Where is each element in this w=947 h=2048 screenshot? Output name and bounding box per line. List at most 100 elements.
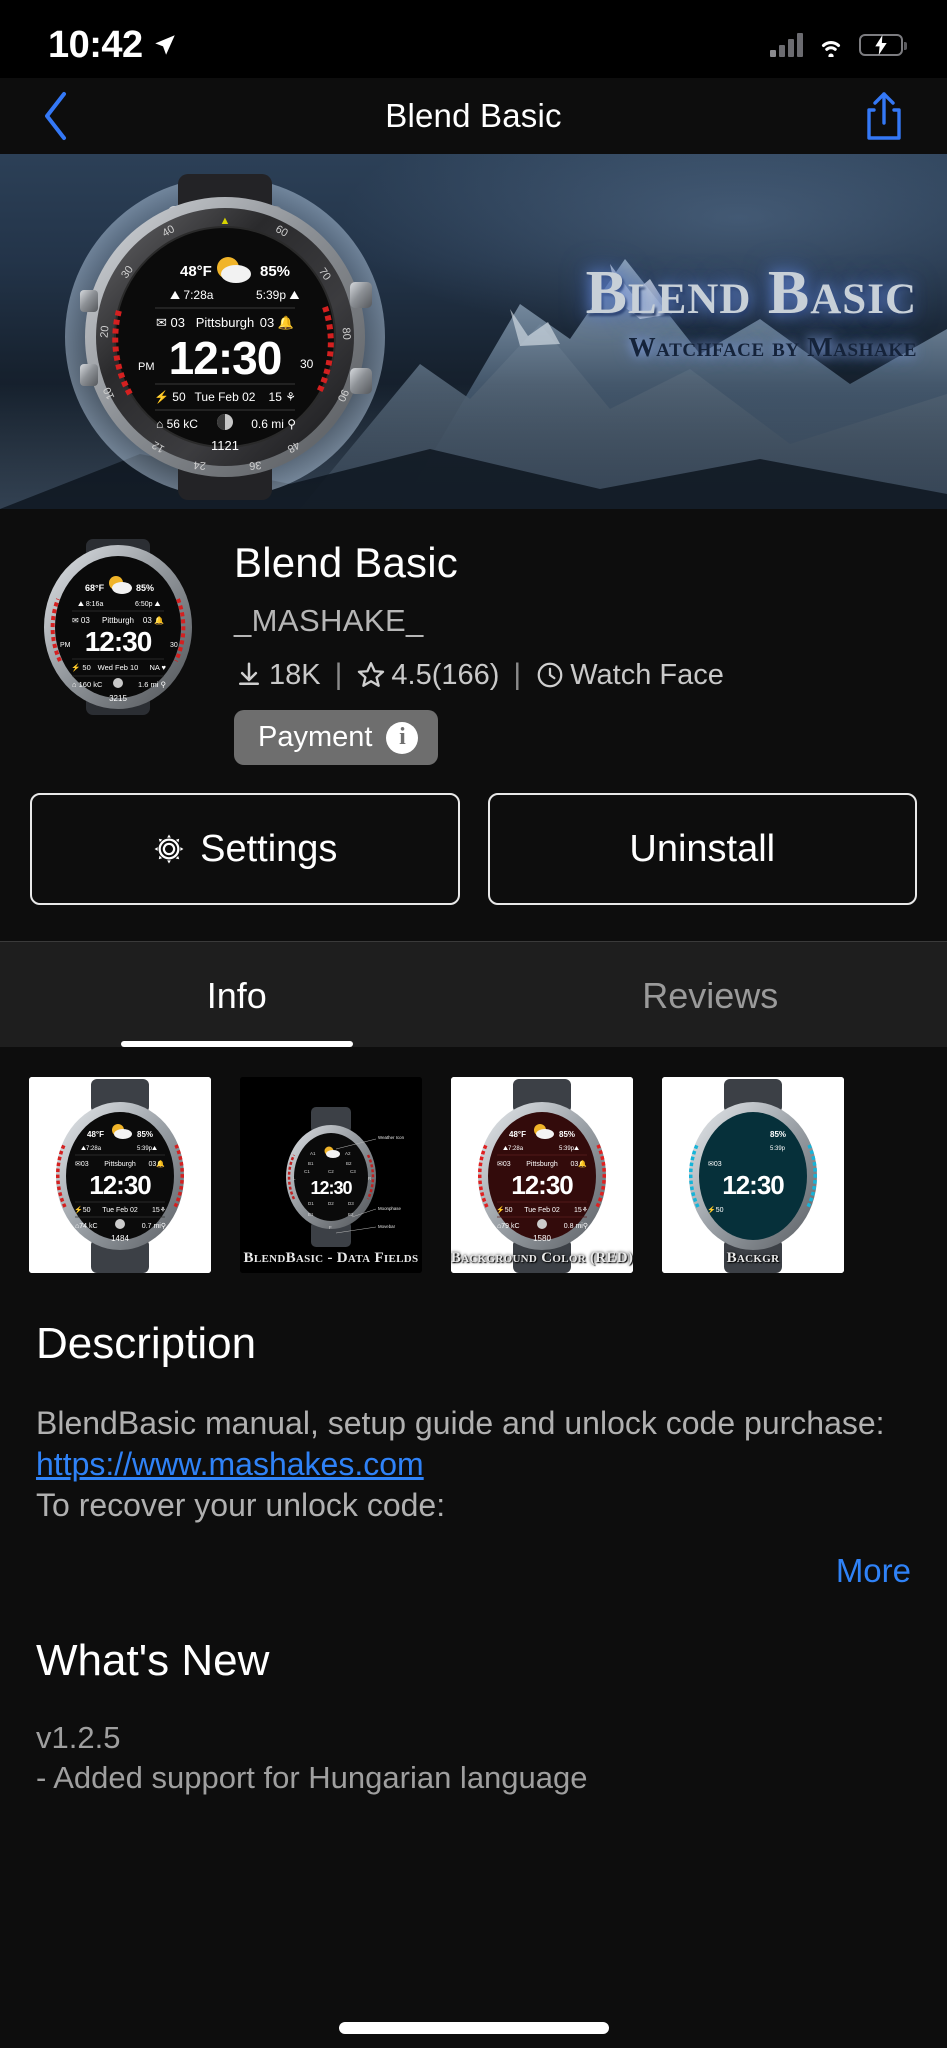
status-bar: 10:42 — [0, 0, 947, 78]
more-link[interactable]: More — [836, 1552, 911, 1589]
screenshot-thumb-2[interactable]: A1 A2 B1 B2 C1 C2 C3 12:30 D1 D2 D3 E1 E2 F LR — [240, 1077, 422, 1273]
hero-dial-sunset: 5:39p ⛰ — [256, 288, 299, 302]
chevron-left-icon — [45, 92, 66, 140]
svg-text:⌂74 kC: ⌂74 kC — [75, 1223, 98, 1230]
hero-watch-image: ▲ 40 60 30 70 20 80 10 90 12 48 24 36 48… — [65, 174, 385, 500]
svg-text:36: 36 — [249, 458, 262, 471]
status-bar-left: 10:42 — [48, 24, 178, 67]
uninstall-button-label: Uninstall — [629, 827, 776, 870]
description-heading: Description — [36, 1319, 257, 1368]
svg-text:C3: C3 — [350, 1169, 356, 1174]
action-buttons: Settings Uninstall — [0, 765, 947, 941]
hero-dial-steps: 1121 — [211, 438, 239, 453]
svg-text:12:30: 12:30 — [89, 1170, 151, 1200]
description-link[interactable]: https://www.mashakes.com — [36, 1444, 911, 1485]
badge-row: Payment i — [234, 710, 917, 765]
hero-dial-humidity: 85% — [260, 263, 290, 280]
svg-text:0.8 mi⚲: 0.8 mi⚲ — [564, 1222, 588, 1230]
svg-text:Pittsburgh: Pittsburgh — [104, 1161, 136, 1168]
svg-text:D1: D1 — [308, 1201, 314, 1206]
status-bar-clock: 10:42 — [48, 23, 143, 66]
svg-text:⚡50: ⚡50 — [74, 1205, 91, 1214]
hero-title: Blend Basic — [585, 259, 917, 327]
cellular-signal-icon — [770, 33, 803, 57]
hero-subtitle: Watchface by Mashake — [628, 332, 917, 362]
svg-text:C1: C1 — [304, 1169, 310, 1174]
screenshot-thumb-3[interactable]: 48°F 85% ⛰7:28a 5:39p⛰ ✉03 Pittsburgh 03🔔… — [451, 1077, 633, 1273]
charging-bolt-icon — [875, 35, 887, 55]
hero-banner: ▲ 40 60 30 70 20 80 10 90 12 48 24 36 48… — [0, 154, 947, 509]
svg-text:1484: 1484 — [111, 1234, 129, 1243]
hero-dial-mail: ✉ 03 — [156, 315, 185, 330]
screenshot-thumb-1[interactable]: 48°F 85% ⛰7:28a 5:39p⛰ ✉03 Pittsburgh 03🔔… — [29, 1077, 211, 1273]
tab-bar: Info Reviews — [0, 941, 947, 1047]
svg-text:48°F: 48°F — [509, 1130, 526, 1139]
screenshot-strip[interactable]: 48°F 85% ⛰7:28a 5:39p⛰ ✉03 Pittsburgh 03🔔… — [0, 1077, 947, 1273]
tab-reviews[interactable]: Reviews — [474, 942, 947, 1047]
navigation-bar: Blend Basic — [0, 78, 947, 154]
app-name: Blend Basic — [234, 539, 458, 586]
app-icon-watchface-image: 68°F 85% ⛰ 8:16a 6:50p ⛰ ✉ 03 Pittburgh … — [44, 539, 192, 715]
tab-info[interactable]: Info — [0, 942, 474, 1047]
svg-text:85%: 85% — [559, 1130, 575, 1139]
svg-text:⛰7:28a: ⛰7:28a — [81, 1145, 102, 1152]
svg-text:85%: 85% — [137, 1130, 153, 1139]
svg-text:B2: B2 — [346, 1161, 352, 1166]
category-value: Watch Face — [570, 658, 724, 691]
hero-dial-dist: 0.6 mi ⚲ — [251, 417, 296, 431]
svg-text:15⚘: 15⚘ — [574, 1206, 588, 1214]
download-icon — [239, 662, 259, 685]
svg-text:A2: A2 — [345, 1151, 351, 1156]
svg-text:Movebar: Movebar — [378, 1224, 396, 1229]
share-icon — [867, 92, 901, 140]
category-stat: Watch Face — [535, 659, 724, 692]
stats-separator-2: | — [513, 658, 522, 691]
svg-text:1.6 mi ⚲: 1.6 mi ⚲ — [138, 680, 167, 689]
svg-text:12:30: 12:30 — [511, 1170, 573, 1200]
svg-text:⛰ 8:16a: ⛰ 8:16a — [78, 601, 103, 608]
payment-badge[interactable]: Payment i — [234, 710, 439, 765]
svg-text:⌂79 kC: ⌂79 kC — [497, 1223, 520, 1230]
svg-text:03🔔: 03🔔 — [570, 1159, 587, 1168]
svg-text:⛰7:28a: ⛰7:28a — [503, 1145, 524, 1152]
app-developer[interactable]: _MASHAKE_ — [234, 603, 917, 639]
info-icon[interactable]: i — [386, 721, 419, 754]
screenshot-4-caption: Backgr — [726, 1250, 780, 1266]
downloads-stat: 18K — [234, 659, 321, 692]
svg-text:0.7 mi⚲: 0.7 mi⚲ — [142, 1222, 166, 1230]
svg-text:12:30: 12:30 — [310, 1178, 352, 1198]
svg-text:12:30: 12:30 — [722, 1170, 784, 1200]
settings-button[interactable]: Settings — [30, 793, 460, 905]
svg-text:✉03: ✉03 — [708, 1161, 722, 1168]
svg-text:30: 30 — [170, 642, 178, 649]
hero-dial-sunrise: ⛰ 7:28a — [170, 288, 214, 302]
home-indicator[interactable] — [338, 2022, 609, 2034]
back-button[interactable] — [40, 90, 100, 142]
description-line-1: BlendBasic manual, setup guide and unloc… — [36, 1405, 885, 1441]
hero-dial-time: 12:30 — [169, 332, 282, 384]
svg-text:D3: D3 — [348, 1201, 354, 1206]
svg-text:1580: 1580 — [533, 1234, 551, 1243]
svg-text:E2: E2 — [348, 1212, 354, 1217]
screenshot-thumb-4[interactable]: 85% 5:39p ✉03 12:30 ⚡50 Backgr — [662, 1077, 844, 1273]
svg-text:Weather Icon: Weather Icon — [378, 1135, 405, 1140]
svg-text:5:39p: 5:39p — [770, 1146, 786, 1152]
uninstall-button[interactable]: Uninstall — [487, 793, 917, 905]
svg-text:3215: 3215 — [109, 694, 127, 703]
tab-reviews-label: Reviews — [642, 975, 779, 1016]
svg-text:85%: 85% — [136, 583, 154, 593]
more-row: More — [0, 1552, 947, 1590]
hero-dial-minute: 30 — [300, 357, 314, 371]
gear-icon — [154, 834, 184, 864]
description-line-2: To recover your unlock code: — [36, 1486, 446, 1523]
screenshot-2-image: A1 A2 B1 B2 C1 C2 C3 12:30 D1 D2 D3 E1 E2 F LR — [240, 1077, 422, 1273]
svg-text:E1: E1 — [308, 1212, 314, 1217]
svg-text:Wed Feb 10: Wed Feb 10 — [98, 663, 139, 672]
hero-dial-temp: 48°F — [180, 263, 212, 280]
screenshot-gallery[interactable]: 48°F 85% ⛰7:28a 5:39p⛰ ✉03 Pittsburgh 03🔔… — [0, 1047, 947, 1273]
svg-text:✉03: ✉03 — [497, 1161, 511, 1168]
svg-text:85%: 85% — [770, 1130, 786, 1139]
location-arrow-icon — [154, 35, 175, 55]
tab-info-label: Info — [206, 975, 267, 1016]
share-button[interactable] — [847, 90, 907, 142]
